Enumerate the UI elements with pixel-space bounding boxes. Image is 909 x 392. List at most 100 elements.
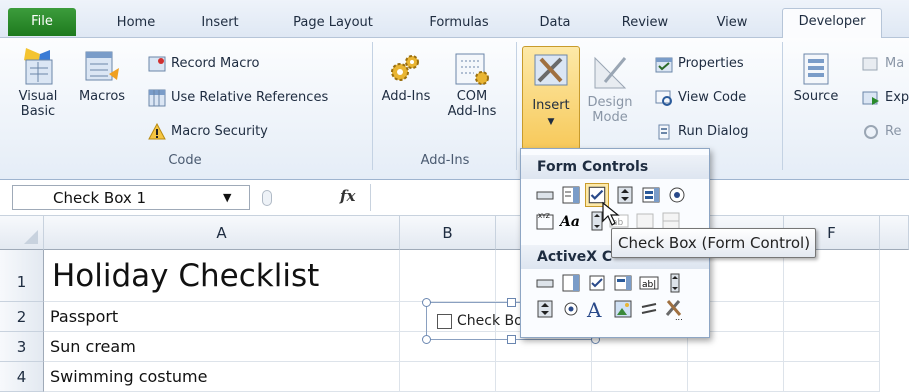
map-properties-icon xyxy=(862,57,878,70)
run-dialog-button[interactable]: Run Dialog xyxy=(655,120,748,144)
com-add-ins-label-1: COM xyxy=(456,89,488,104)
expansion-packs-button[interactable]: Exp xyxy=(862,86,909,110)
cell-a2[interactable]: Passport xyxy=(44,302,400,332)
checkbox-icon[interactable] xyxy=(437,314,452,329)
label-control-icon[interactable]: Aa xyxy=(559,211,583,231)
resize-handle[interactable] xyxy=(507,335,516,344)
row-header-4[interactable]: 4 xyxy=(0,362,44,392)
tab-file[interactable]: File xyxy=(8,8,76,36)
activex-list-box-icon[interactable] xyxy=(613,273,633,293)
activex-toggle-button-icon[interactable] xyxy=(639,299,659,319)
relative-references-button[interactable]: Use Relative References xyxy=(148,86,328,110)
column-header-a[interactable]: A xyxy=(44,216,400,250)
group-box-control-icon[interactable]: XYZ xyxy=(535,211,555,231)
visual-basic-label-1: Visual xyxy=(18,89,58,104)
properties-icon xyxy=(655,57,673,72)
svg-text:A: A xyxy=(586,298,602,321)
cell-a4[interactable]: Swimming costume xyxy=(44,362,400,392)
more-controls-icon[interactable]: ... xyxy=(663,297,685,321)
fx-icon[interactable]: fx xyxy=(340,187,355,205)
cell-e4[interactable] xyxy=(688,362,784,392)
tools-icon xyxy=(534,54,568,86)
svg-text:...: ... xyxy=(675,313,683,321)
tab-review[interactable]: Review xyxy=(610,10,680,38)
activex-button-icon[interactable] xyxy=(535,273,555,293)
option-button-control-icon[interactable] xyxy=(667,185,687,205)
name-box[interactable]: Check Box 1 ▼ xyxy=(12,185,250,210)
macro-security-label: Macro Security xyxy=(171,124,268,139)
insert-controls-button[interactable]: Insert ▼ xyxy=(522,46,580,150)
activex-spin-button-icon[interactable] xyxy=(535,299,555,319)
add-ins-button[interactable]: Add-Ins xyxy=(380,52,432,104)
group-separator xyxy=(372,42,373,170)
source-icon xyxy=(803,53,829,85)
cell-b1[interactable] xyxy=(400,250,496,302)
cell-d4[interactable] xyxy=(592,362,688,392)
map-properties-button[interactable]: Ma xyxy=(862,52,904,76)
svg-text:ab|: ab| xyxy=(642,280,656,290)
cell-f2[interactable] xyxy=(784,302,880,332)
row-header-2[interactable]: 2 xyxy=(0,302,44,332)
column-header-g[interactable] xyxy=(880,216,909,250)
button-control-icon[interactable] xyxy=(535,185,555,205)
visual-basic-button[interactable]: Visual Basic xyxy=(14,46,62,119)
tab-data[interactable]: Data xyxy=(527,10,583,38)
chevron-down-icon: ▼ xyxy=(547,117,555,127)
refresh-data-button[interactable]: Re xyxy=(862,120,901,144)
cell-c4[interactable] xyxy=(496,362,592,392)
expansion-packs-icon xyxy=(862,91,879,105)
resize-handle[interactable] xyxy=(422,335,431,344)
select-all-corner[interactable] xyxy=(0,216,44,250)
cell-f3[interactable] xyxy=(784,332,880,362)
cell-a1[interactable]: Holiday Checklist xyxy=(44,250,400,302)
activex-image-icon[interactable] xyxy=(613,299,633,319)
com-add-ins-button[interactable]: COM Add-Ins xyxy=(436,52,508,119)
visual-basic-icon xyxy=(24,48,53,85)
run-dialog-icon xyxy=(658,124,670,139)
record-macro-button[interactable]: Record Macro xyxy=(148,52,259,76)
list-box-control-icon[interactable] xyxy=(641,185,661,205)
visual-basic-label-2: Basic xyxy=(20,104,56,119)
group-label-code: Code xyxy=(168,153,202,168)
tab-developer[interactable]: Developer xyxy=(782,8,882,39)
source-button[interactable]: Source xyxy=(790,52,842,104)
name-box-value: Check Box 1 xyxy=(53,189,147,207)
tab-insert[interactable]: Insert xyxy=(190,10,250,38)
gears-icon xyxy=(391,55,419,81)
macro-security-button[interactable]: Macro Security xyxy=(148,120,268,144)
resize-handle[interactable] xyxy=(507,298,516,307)
view-code-label: View Code xyxy=(678,90,747,105)
activex-check-box-icon[interactable] xyxy=(587,273,607,293)
formula-bar-separator[interactable] xyxy=(262,190,272,206)
select-all-triangle-icon xyxy=(24,230,38,244)
form-controls-header: Form Controls xyxy=(521,155,709,179)
svg-text:XYZ: XYZ xyxy=(538,213,550,220)
cell-f4[interactable] xyxy=(784,362,880,392)
activex-text-box-icon[interactable]: ab| xyxy=(639,273,659,293)
svg-text:Aa: Aa xyxy=(559,214,580,230)
row-header-3[interactable]: 3 xyxy=(0,332,44,362)
combo-box-control-icon[interactable] xyxy=(561,185,581,205)
tab-view[interactable]: View xyxy=(702,10,762,38)
view-code-button[interactable]: View Code xyxy=(655,86,746,110)
cell-b4[interactable] xyxy=(400,362,496,392)
properties-button[interactable]: Properties xyxy=(655,52,744,76)
activex-combo-box-icon[interactable] xyxy=(561,273,581,293)
activex-scroll-bar-icon[interactable] xyxy=(665,273,685,293)
tab-home[interactable]: Home xyxy=(104,10,168,38)
tab-formulas[interactable]: Formulas xyxy=(413,10,505,38)
warning-icon xyxy=(148,122,166,139)
ribbon-tab-bar: File Home Insert Page Layout Formulas Da… xyxy=(0,0,909,39)
row-header-1[interactable]: 1 xyxy=(0,250,44,302)
tab-page-layout[interactable]: Page Layout xyxy=(278,10,388,38)
cell-a3[interactable]: Sun cream xyxy=(44,332,400,362)
activex-label-icon[interactable]: A xyxy=(585,297,607,321)
macros-icon xyxy=(85,51,119,81)
design-mode-icon xyxy=(594,56,627,89)
design-mode-button[interactable]: Design Mode xyxy=(585,52,635,125)
column-header-b[interactable]: B xyxy=(400,216,496,250)
activex-option-button-icon[interactable] xyxy=(561,299,581,319)
resize-handle[interactable] xyxy=(422,298,431,307)
macros-button[interactable]: Macros xyxy=(72,46,132,104)
chevron-down-icon[interactable]: ▼ xyxy=(223,191,231,204)
